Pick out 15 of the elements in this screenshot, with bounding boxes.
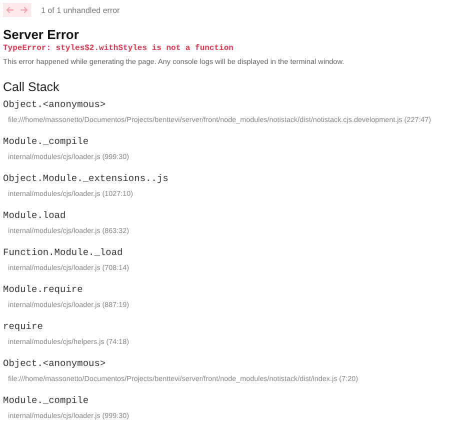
function-name: Module._compile xyxy=(3,394,90,407)
section-title: Call Stack xyxy=(3,79,60,95)
error-message: TypeError: styles$2.withStyles is not a function xyxy=(3,43,234,55)
function-name: Module.load xyxy=(3,209,67,222)
error-title: Server Error xyxy=(3,27,80,43)
function-name: Module.require xyxy=(3,283,84,296)
error-counter: 1 of 1 unhandled error xyxy=(41,6,120,14)
function-name: Module._compile xyxy=(3,135,90,148)
function-name: require xyxy=(3,320,44,333)
function-name: Object.Module._extensions..js xyxy=(3,172,170,185)
function-name: Object.<anonymous> xyxy=(3,98,107,111)
function-name: Object.<anonymous> xyxy=(3,357,107,370)
function-name: Function.Module._load xyxy=(3,246,124,259)
left-arrow-icon xyxy=(4,4,16,16)
right-arrow-icon xyxy=(18,4,30,16)
